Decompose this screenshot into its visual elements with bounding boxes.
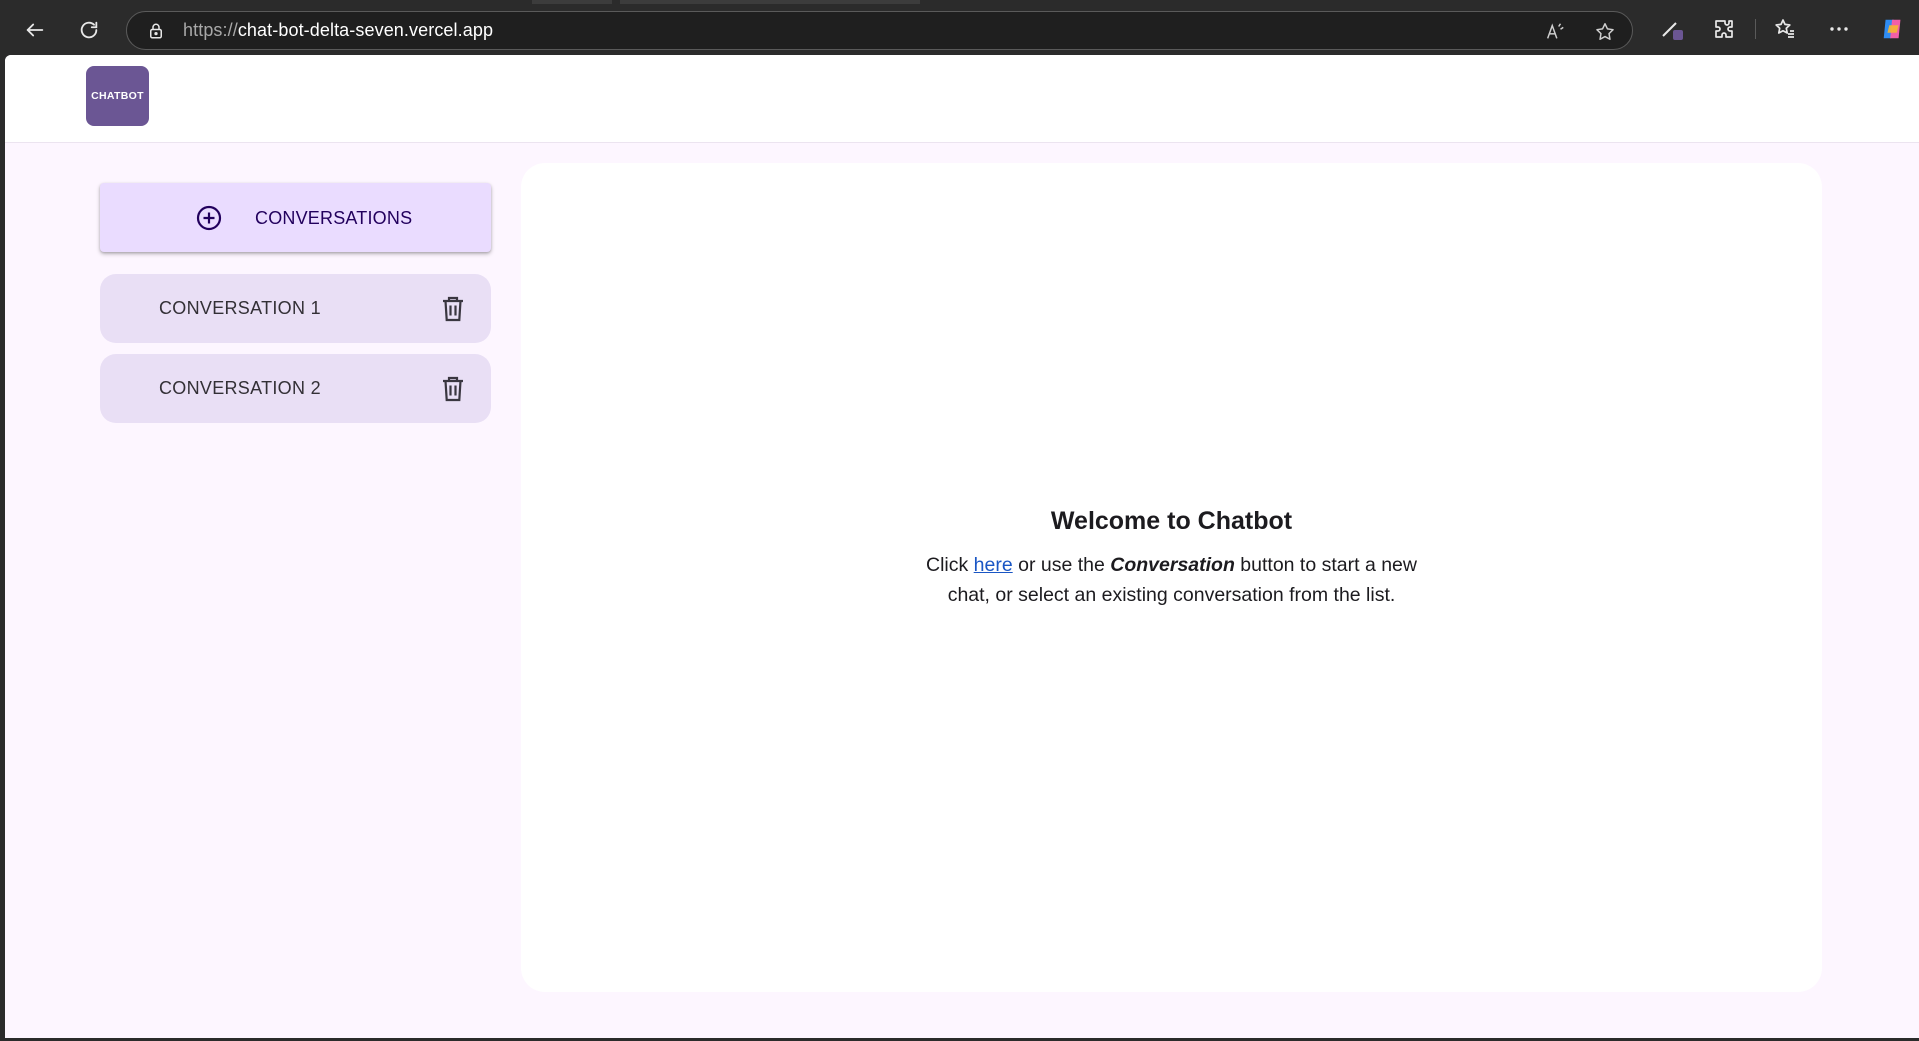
address-bar[interactable]: https://chat-bot-delta-seven.vercel.app xyxy=(126,11,1633,50)
favorite-button[interactable] xyxy=(1593,20,1617,44)
copilot-button[interactable] xyxy=(1880,16,1906,42)
back-button[interactable] xyxy=(17,12,53,48)
welcome-text-click: Click xyxy=(926,554,974,576)
toolbar-divider xyxy=(1755,19,1756,39)
page-viewport: CHATBOT CONVERSATIONS CONVERSATION 1 CON… xyxy=(5,55,1919,1038)
main-panel: Welcome to Chatbot Click here or use the… xyxy=(521,163,1822,992)
favorites-icon xyxy=(1775,19,1794,38)
more-icon xyxy=(1830,27,1848,31)
more-button[interactable] xyxy=(1826,16,1852,42)
refresh-icon xyxy=(80,21,98,39)
welcome-section: Welcome to Chatbot Click here or use the… xyxy=(521,507,1822,610)
welcome-text-or-use: or use the xyxy=(1012,554,1111,576)
conversation-item[interactable]: CONVERSATION 1 xyxy=(100,274,491,343)
tab-strip xyxy=(620,0,920,4)
conversation-emphasis: Conversation xyxy=(1110,554,1235,576)
favorites-button[interactable] xyxy=(1772,16,1798,42)
url-text[interactable]: https://chat-bot-delta-seven.vercel.app xyxy=(183,20,493,41)
back-icon xyxy=(26,23,44,37)
read-aloud-icon xyxy=(1546,23,1564,39)
pen-icon xyxy=(1662,22,1683,40)
conversation-label: CONVERSATION 1 xyxy=(159,298,321,318)
url-scheme: https:// xyxy=(183,20,238,40)
browser-toolbar: https://chat-bot-delta-seven.vercel.app xyxy=(0,0,1919,56)
new-conversation-button[interactable]: CONVERSATIONS xyxy=(100,183,491,252)
pen-extension-button[interactable] xyxy=(1659,16,1685,42)
extensions-button[interactable] xyxy=(1711,16,1737,42)
refresh-button[interactable] xyxy=(71,12,107,48)
conversation-item[interactable]: CONVERSATION 2 xyxy=(100,354,491,423)
extensions-icon xyxy=(1715,20,1733,38)
welcome-title: Welcome to Chatbot xyxy=(1050,507,1293,535)
lock-icon[interactable] xyxy=(147,22,165,40)
conversation-label: CONVERSATION 2 xyxy=(159,378,321,398)
add-circle-icon xyxy=(196,205,222,231)
app-header: CHATBOT xyxy=(5,55,1919,143)
new-conversation-label: CONVERSATIONS xyxy=(255,208,413,228)
read-aloud-button[interactable] xyxy=(1543,20,1567,44)
delete-trash-icon[interactable] xyxy=(441,376,465,402)
app-logo[interactable]: CHATBOT xyxy=(86,66,149,126)
copilot-icon xyxy=(1883,19,1901,39)
tab-strip xyxy=(532,0,612,4)
favorite-star-icon xyxy=(1596,23,1614,40)
new-chat-link[interactable]: here xyxy=(974,554,1013,576)
url-host: chat-bot-delta-seven.vercel.app xyxy=(237,20,494,40)
welcome-text: Click here or use the Conversation butto… xyxy=(922,550,1422,610)
delete-trash-icon[interactable] xyxy=(441,296,465,322)
